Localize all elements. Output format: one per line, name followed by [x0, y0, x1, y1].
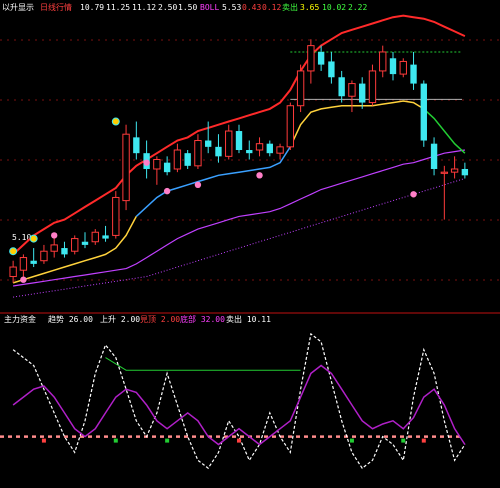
signal-marker-1 [51, 232, 58, 239]
candle-body-22 [235, 131, 243, 151]
header-item-7: BOLL [200, 3, 219, 12]
candle-body-21 [225, 130, 233, 157]
candle-body-1 [19, 257, 28, 271]
candle-body-23 [246, 150, 253, 154]
signal-marker-2 [143, 159, 150, 166]
candle-body-40 [420, 83, 427, 141]
signal-marker-4 [194, 181, 202, 189]
coin-marker-0 [9, 247, 18, 256]
chart-header: 以升显示 日线行情 10.79 11.25 11.12 2.50 1.50 BO… [2, 2, 367, 12]
sub-header-item-1: 趋势 26.00 [48, 314, 93, 324]
coin-marker-2 [111, 117, 120, 126]
oscillator-dot-4 [349, 438, 354, 443]
header-item-12: 3.65 [300, 3, 319, 12]
candle-body-17 [184, 153, 191, 166]
candle-body-38 [399, 60, 407, 75]
candle-body-16 [173, 149, 182, 170]
candle-body-37 [389, 58, 397, 75]
header-item-6: 1.50 [178, 3, 197, 12]
sub-header-item-4: 底部 32.00 [180, 314, 225, 324]
sub-header-item-2: 上升 2.00 [100, 315, 140, 324]
candle-body-11 [122, 133, 130, 202]
header-item-8: 5.53 [222, 3, 241, 12]
candle-body-15 [163, 162, 171, 173]
candle-body-20 [215, 146, 222, 157]
candle-body-10 [112, 196, 120, 236]
candle-body-43 [450, 168, 459, 173]
header-item-1: 日线行情 [40, 2, 72, 12]
oscillator-dot-2 [165, 438, 170, 443]
header-item-11: 卖出 [282, 2, 298, 12]
header-item-3: 11.25 [106, 3, 130, 12]
candle-body-24 [255, 143, 264, 151]
oscillator-dot-3 [237, 438, 241, 443]
coin-marker-1 [29, 234, 38, 243]
signal-marker-6 [410, 191, 417, 198]
oscillator-dot-0 [41, 438, 46, 443]
sub-header-item-0: 主力资金 [4, 314, 36, 324]
candle-body-34 [359, 83, 366, 103]
header-item-4: 11.12 [132, 3, 156, 12]
header-item-9: 0.43 [242, 3, 261, 12]
candle-body-33 [348, 83, 356, 97]
header-item-14: 2.22 [348, 3, 367, 12]
signal-marker-0 [20, 276, 27, 283]
sub-header-item-5: 卖出 10.11 [226, 314, 271, 324]
candle-body-7 [81, 241, 89, 245]
sub-header-item-3: 見顶 2.00 [140, 315, 180, 324]
candle-body-27 [286, 105, 295, 148]
candle-body-0 [9, 266, 17, 278]
candle-body-32 [338, 77, 345, 97]
header-item-13: 10.02 [322, 3, 346, 12]
candle-body-41 [430, 143, 438, 169]
candle-body-14 [153, 159, 161, 170]
candle-body-39 [410, 64, 417, 84]
candle-body-5 [61, 248, 68, 255]
candle-body-42 [440, 171, 449, 174]
candle-body-31 [328, 61, 335, 78]
oscillator-dot-1 [113, 438, 118, 443]
candle-body-44 [461, 168, 469, 176]
candle-body-6 [71, 238, 79, 252]
candle-body-2 [30, 260, 37, 264]
oscillator-dot-5 [401, 438, 406, 443]
candle-body-35 [368, 70, 377, 104]
oscillator-dot-6 [421, 438, 426, 443]
candle-body-18 [194, 140, 202, 167]
stock-chart: 以升显示 日线行情 10.79 11.25 11.12 2.50 1.50 BO… [0, 0, 500, 488]
candle-body-19 [205, 140, 212, 147]
signal-marker-5 [256, 172, 263, 179]
signal-marker-3 [163, 187, 171, 195]
header-item-2: 10.79 [80, 3, 104, 12]
candle-body-30 [317, 51, 325, 65]
candle-body-26 [276, 146, 284, 154]
candle-body-4 [50, 244, 58, 252]
candle-body-36 [379, 51, 387, 72]
candle-body-28 [296, 70, 305, 107]
candle-body-12 [133, 137, 140, 154]
candle-body-9 [102, 235, 109, 239]
candle-body-29 [307, 45, 315, 72]
header-item-5: 2.50 [158, 3, 177, 12]
candle-body-3 [40, 250, 48, 262]
candle-body-8 [91, 231, 99, 243]
candle-body-25 [266, 143, 273, 154]
header-item-0: 以升显示 [2, 3, 34, 12]
header-item-10: 0.12 [262, 3, 281, 12]
